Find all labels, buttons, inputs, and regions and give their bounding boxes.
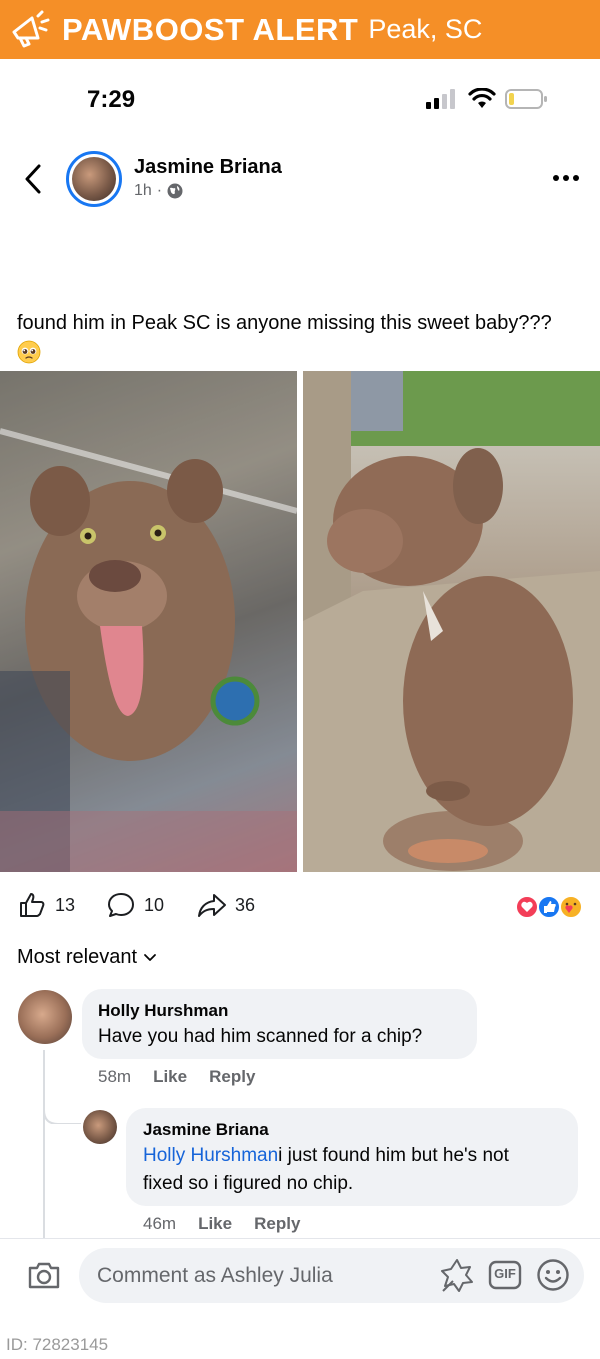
comment-author[interactable]: Holly Hurshman: [98, 1001, 228, 1021]
thumbs-up-icon: [20, 893, 45, 917]
share-arrow-icon: [198, 894, 226, 917]
share-action[interactable]: 36: [197, 890, 255, 920]
status-time: 7:29: [87, 86, 136, 113]
listing-id: ID: 72823145: [6, 1335, 109, 1354]
avatar-sticker-icon[interactable]: [439, 1257, 475, 1293]
reply-text-line2: fixed so i figured no chip.: [143, 1173, 354, 1194]
reply-text-line1: i just found him but he's not: [278, 1145, 509, 1166]
thread-curve: [43, 1050, 81, 1124]
reply-meta: 46m Like Reply: [143, 1214, 300, 1234]
post-body: found him in Peak SC is anyone missing t…: [17, 312, 552, 334]
banner-brand: PAWBOOST ALERT: [62, 11, 359, 47]
camera-icon[interactable]: [27, 1260, 61, 1290]
post-author-name[interactable]: Jasmine Briana: [134, 156, 282, 179]
emoji-smiley-icon[interactable]: [536, 1258, 570, 1292]
comment-sort-dropdown[interactable]: Most relevant: [17, 946, 157, 969]
author-avatar[interactable]: [72, 157, 116, 201]
reply-like-button[interactable]: Like: [198, 1214, 232, 1234]
back-chevron-icon[interactable]: [22, 163, 44, 195]
comment-like-button[interactable]: Like: [153, 1067, 187, 1087]
like-reaction-icon: [537, 895, 561, 919]
like-count: 13: [55, 894, 76, 915]
thread-connector: [43, 1050, 81, 1124]
more-options-icon[interactable]: [552, 166, 580, 190]
care-reaction-icon: [559, 895, 583, 919]
dog-window-illustration: [0, 371, 297, 872]
reply-reply-button[interactable]: Reply: [254, 1214, 300, 1234]
reply-author-avatar[interactable]: [83, 1110, 117, 1144]
sort-label: Most relevant: [17, 946, 138, 968]
comment-time: 58m: [98, 1067, 132, 1086]
like-action[interactable]: 13: [17, 890, 75, 920]
dog-seat-illustration: [303, 371, 600, 872]
reply-text: Holly Hurshmani just found him but he's …: [143, 1142, 568, 1198]
dog-photo-on-car-seat[interactable]: [303, 371, 600, 872]
reply-author[interactable]: Jasmine Briana: [143, 1120, 269, 1140]
mention-link[interactable]: Holly Hurshman: [143, 1145, 278, 1166]
share-count: 36: [235, 894, 256, 915]
commenter-avatar[interactable]: [18, 990, 72, 1044]
comment-reply-button[interactable]: Reply: [209, 1067, 255, 1087]
megaphone-icon: [12, 10, 50, 47]
post-meta: 1h ·: [134, 182, 183, 200]
pawboost-banner: PAWBOOST ALERT Peak, SC: [0, 0, 600, 59]
post-age: 1h: [134, 182, 152, 199]
globe-icon: [167, 183, 183, 199]
banner-location: Peak, SC: [368, 14, 483, 44]
meta-separator: ·: [156, 182, 163, 199]
post-text: found him in Peak SC is anyone missing t…: [17, 309, 587, 365]
reaction-summary[interactable]: [514, 893, 586, 921]
battery-icon: [505, 89, 547, 109]
comment-meta: 58m Like Reply: [98, 1067, 255, 1087]
gif-button[interactable]: GIF: [488, 1259, 522, 1291]
comment-text: Have you had him scanned for a chip?: [98, 1026, 423, 1047]
love-reaction-icon: [515, 895, 539, 919]
wifi-icon: [468, 88, 496, 108]
chevron-down-icon: [144, 953, 156, 961]
reply-time: 46m: [143, 1214, 177, 1233]
comment-count: 10: [144, 894, 165, 915]
dog-photo-through-window[interactable]: [0, 371, 297, 872]
comment-action[interactable]: 10: [106, 890, 164, 920]
post-action-bar: [0, 885, 600, 929]
gif-label: GIF: [494, 1266, 516, 1281]
cellular-signal-icon: [426, 89, 455, 109]
comment-bubble-icon: [108, 893, 134, 917]
pleading-face-emoji-icon: [17, 340, 41, 364]
comment-input[interactable]: [95, 1258, 429, 1294]
